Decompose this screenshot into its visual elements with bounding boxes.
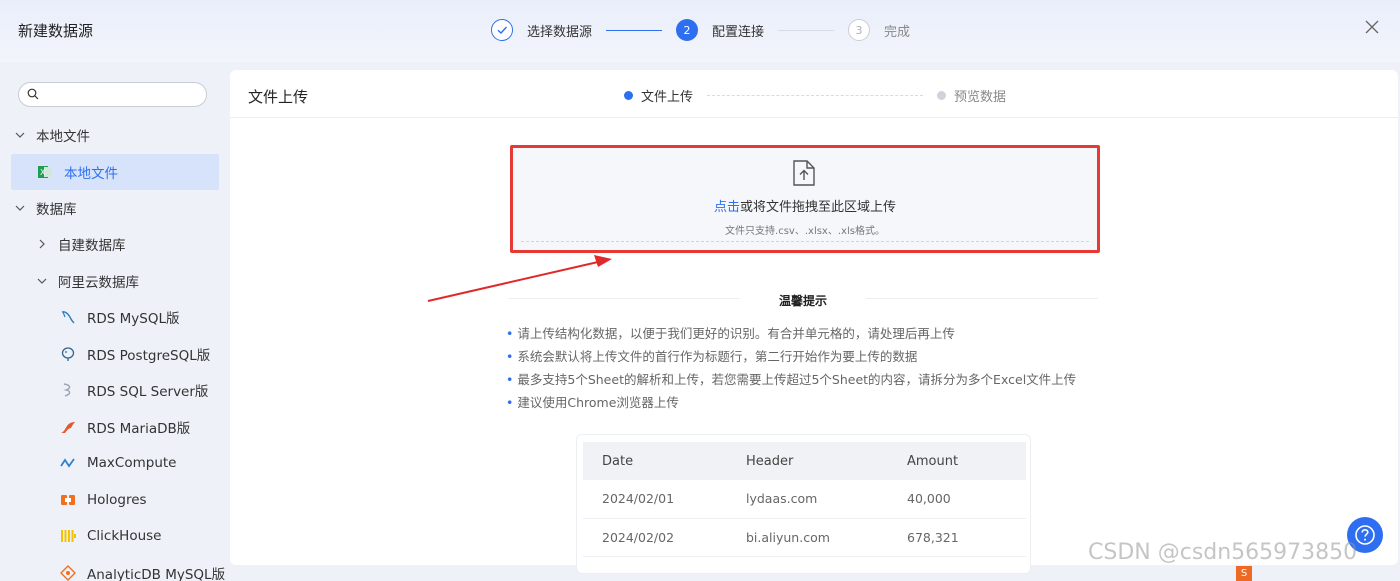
table-cell: 40,000 xyxy=(888,480,1026,519)
tree-item-label: RDS MariaDB版 xyxy=(87,421,191,437)
table-cell: 2024/02/02 xyxy=(583,518,727,557)
excel-icon: X xyxy=(38,166,52,178)
mysql-icon xyxy=(61,311,75,324)
column-header: Amount xyxy=(888,442,1026,480)
table-cell: 678,321 xyxy=(888,518,1026,557)
table-cell: lydaas.com xyxy=(727,480,888,519)
close-button[interactable] xyxy=(1363,20,1381,38)
datasource-sidebar: 本地文件 X 本地文件 数据库 自建数据库 阿里云数据库 RDS MySQL版 … xyxy=(0,62,228,581)
tree-item-clickhouse[interactable]: ClickHouse xyxy=(60,518,161,554)
column-header: Header xyxy=(727,442,888,480)
column-header: Date xyxy=(583,442,727,480)
step-3-number: 3 xyxy=(848,19,871,41)
search-field[interactable] xyxy=(18,82,207,107)
tree-item-analyticdb-mysql[interactable]: AnalyticDB MySQL版 xyxy=(60,555,225,581)
table-cell: 2024/02/01 xyxy=(583,480,727,519)
sample-table-card: Date Header Amount 2024/02/01 lydaas.com… xyxy=(576,434,1031,574)
upload-instruction: 点击或将文件拖拽至此区域上传 xyxy=(513,196,1097,215)
divider xyxy=(866,298,1098,299)
tree-item-label: RDS SQL Server版 xyxy=(87,384,209,400)
dialog-header: 新建数据源 选择数据源 2 配置连接 3 完成 xyxy=(0,0,1400,62)
watermark: CSDN @csdn565973850 xyxy=(1088,540,1358,565)
tip-item: • 最多支持5个Sheet的解析和上传，若您需要上传超过5个Sheet的内容，请拆… xyxy=(506,372,1077,387)
chevron-right-icon xyxy=(39,239,45,249)
dropzone-divider xyxy=(521,241,1089,242)
ime-logo-icon: S xyxy=(1236,566,1252,581)
tips-list: • 请上传结构化数据，以便于我们更好的识别。有合并单元格的，请处理后再上传 • 系统… xyxy=(506,322,1076,414)
tree-item-label: RDS MySQL版 xyxy=(87,311,180,327)
step-2-label: 配置连接 xyxy=(712,24,765,40)
tree-group-label: 数据库 xyxy=(36,202,77,218)
svg-text:X: X xyxy=(40,168,46,177)
tree-item-label: ClickHouse xyxy=(87,528,162,544)
file-upload-icon xyxy=(793,160,815,186)
tree-group-local-files[interactable]: 本地文件 xyxy=(14,117,90,153)
step-connector xyxy=(606,29,663,31)
tips-header: 温馨提示 xyxy=(508,292,1098,308)
step-1-label: 选择数据源 xyxy=(527,24,593,40)
upload-click-link[interactable]: 点击 xyxy=(714,200,740,215)
table-header-row: Date Header Amount xyxy=(583,442,1026,480)
upload-format-hint: 文件只支持.csv、.xlsx、.xls格式。 xyxy=(725,226,885,237)
search-input[interactable] xyxy=(45,86,200,104)
upload-instruction-text: 或将文件拖拽至此区域上传 xyxy=(740,200,897,215)
maxcompute-icon xyxy=(60,458,75,468)
substep-connector xyxy=(707,95,924,96)
divider xyxy=(230,117,1398,118)
substep-label: 文件上传 xyxy=(641,90,694,105)
step-2-number: 2 xyxy=(676,19,699,41)
tree-item-hologres[interactable]: Hologres xyxy=(60,482,147,518)
tree-item-rds-mariadb[interactable]: RDS MariaDB版 xyxy=(60,409,190,445)
help-icon xyxy=(1355,525,1375,545)
chevron-down-icon xyxy=(15,205,25,211)
tree-item-maxcompute[interactable]: MaxCompute xyxy=(60,445,176,481)
tree-item-label: 本地文件 xyxy=(64,166,118,182)
sample-table: Date Header Amount 2024/02/01 lydaas.com… xyxy=(583,442,1026,557)
tip-item: • 请上传结构化数据，以便于我们更好的识别。有合并单元格的，请处理后再上传 xyxy=(506,326,955,341)
table-row: 2024/02/02 bi.aliyun.com 678,321 xyxy=(583,518,1026,557)
tree-item-rds-mysql[interactable]: RDS MySQL版 xyxy=(60,299,180,335)
step-connector xyxy=(778,29,835,31)
mariadb-icon xyxy=(61,422,75,433)
upload-panel: 文件上传 文件上传 预览数据 点击或将文件拖拽至此区域上传 文件只支持.csv、… xyxy=(230,70,1398,574)
search-icon xyxy=(27,88,39,100)
tree-group-label: 本地文件 xyxy=(36,129,90,145)
tip-item: • 系统会默认将上传文件的首行作为标题行，第二行开始作为要上传的数据 xyxy=(506,349,918,364)
step-1-check-icon xyxy=(491,19,513,41)
tree-item-label: MaxCompute xyxy=(87,455,177,471)
chevron-down-icon xyxy=(37,278,47,284)
hologres-icon xyxy=(61,495,75,505)
table-row: 2024/02/01 lydaas.com 40,000 xyxy=(583,480,1026,519)
table-cell: bi.aliyun.com xyxy=(727,518,888,557)
sqlserver-icon xyxy=(63,383,71,397)
tree-subgroup-label: 阿里云数据库 xyxy=(58,275,139,291)
chevron-down-icon xyxy=(15,132,25,138)
file-upload-dropzone[interactable]: 点击或将文件拖拽至此区域上传 文件只支持.csv、.xlsx、.xls格式。 xyxy=(510,145,1100,253)
tree-subgroup-label: 自建数据库 xyxy=(58,238,126,254)
panel-title: 文件上传 xyxy=(248,88,309,106)
substep-active-dot xyxy=(624,91,633,100)
tree-item-label: AnalyticDB MySQL版 xyxy=(87,567,226,581)
upload-substeps: 文件上传 预览数据 xyxy=(624,86,1006,105)
tree-subgroup-aliyun[interactable]: 阿里云数据库 xyxy=(36,263,139,299)
tree-subgroup-self-built[interactable]: 自建数据库 xyxy=(36,226,126,262)
tree-item-rds-postgresql[interactable]: RDS PostgreSQL版 xyxy=(60,336,210,372)
postgresql-icon xyxy=(61,347,75,361)
tree-item-label: RDS PostgreSQL版 xyxy=(87,348,211,364)
dialog-title: 新建数据源 xyxy=(18,22,94,40)
close-icon xyxy=(1365,20,1379,34)
substep-label: 预览数据 xyxy=(954,90,1007,105)
stepper: 选择数据源 2 配置连接 3 完成 xyxy=(491,18,910,42)
tree-item-rds-sqlserver[interactable]: RDS SQL Server版 xyxy=(60,372,208,408)
tree-group-database[interactable]: 数据库 xyxy=(14,190,77,226)
analyticdb-icon xyxy=(60,565,76,581)
tip-item: • 建议使用Chrome浏览器上传 xyxy=(506,395,679,410)
tips-title: 温馨提示 xyxy=(778,294,827,308)
step-3-label: 完成 xyxy=(884,24,911,40)
tree-item-local-file[interactable]: X 本地文件 xyxy=(11,154,219,190)
substep-pending-dot xyxy=(937,91,947,100)
tree-item-label: Hologres xyxy=(87,492,147,508)
clickhouse-icon xyxy=(61,530,76,542)
